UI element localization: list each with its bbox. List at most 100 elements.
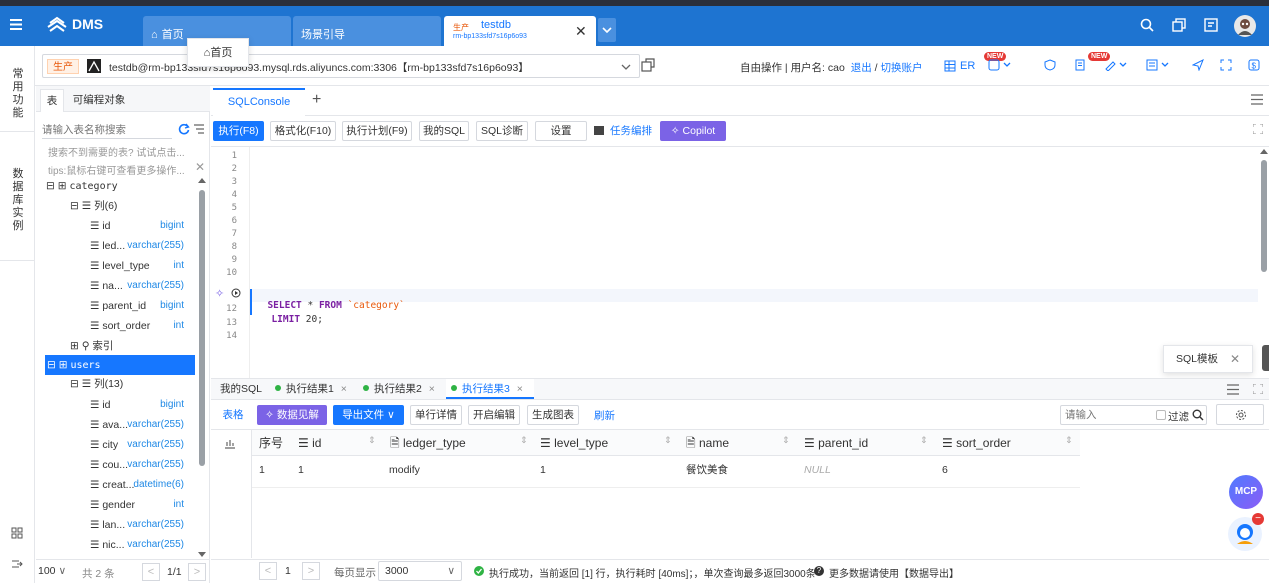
tree-column[interactable]: ☰ sort_order int bbox=[90, 316, 190, 336]
grid-cell[interactable]: 6 bbox=[942, 458, 948, 482]
hamburger-menu-icon[interactable] bbox=[10, 19, 22, 30]
tree-column[interactable]: ☰ city varchar(255) bbox=[90, 435, 190, 455]
grid-cell[interactable]: modify bbox=[389, 458, 420, 482]
task-orchestration-button[interactable]: 任务编排 bbox=[594, 123, 652, 138]
code-editor[interactable] bbox=[211, 146, 1269, 379]
tree-column[interactable]: ☰ lan... varchar(255) bbox=[90, 515, 190, 535]
tab-sqlconsole[interactable]: SQLConsole bbox=[213, 88, 305, 116]
sort-icon[interactable]: ⇕ bbox=[1065, 435, 1073, 446]
per-page-select[interactable]: 3000 ∨ bbox=[378, 561, 462, 581]
apps-grid-icon[interactable] bbox=[11, 527, 23, 539]
sort-icon[interactable]: ⇕ bbox=[368, 435, 376, 446]
list-menu-icon[interactable] bbox=[1146, 59, 1172, 71]
run-button[interactable]: 执行(F8) bbox=[213, 121, 264, 141]
row-detail-button[interactable]: 单行详情 bbox=[410, 405, 462, 425]
filter-checkbox[interactable] bbox=[1156, 410, 1166, 420]
tree-columns-node[interactable]: ⊟ ☰ 列(6) bbox=[70, 196, 230, 216]
filter-list-icon[interactable] bbox=[193, 123, 205, 135]
tree-column[interactable]: ☰ level_type int bbox=[90, 256, 190, 276]
sort-icon[interactable]: ⇕ bbox=[520, 435, 528, 446]
prev-page-button[interactable]: < bbox=[142, 563, 160, 581]
side-drawer-handle[interactable] bbox=[1262, 345, 1269, 371]
connection-select[interactable]: 生产 testdb@rm-bp133sfd7s16p6o93.mysql.rds… bbox=[42, 54, 640, 78]
chart-view-icon[interactable] bbox=[224, 437, 236, 449]
close-icon[interactable]: × bbox=[341, 383, 347, 395]
result-tab-2[interactable]: 执行结果2 × bbox=[358, 379, 446, 399]
notification-icon[interactable] bbox=[1204, 18, 1218, 32]
mcp-button[interactable]: MCP bbox=[1229, 475, 1263, 509]
grid-header-parent-id[interactable]: ☰ parent_id bbox=[804, 431, 868, 455]
grid-cell[interactable]: 1 bbox=[259, 458, 265, 482]
sql-template-panel[interactable]: SQL模板 ✕ bbox=[1163, 345, 1253, 373]
tab-programmable[interactable]: 可编程对象 bbox=[66, 89, 132, 112]
status-prev-page[interactable]: < bbox=[259, 562, 277, 580]
tree-column[interactable]: ☰ cou... varchar(255) bbox=[90, 455, 190, 475]
grid-header-sort-order[interactable]: ☰ sort_order bbox=[942, 431, 1011, 455]
expand-editor-icon[interactable] bbox=[1253, 124, 1263, 134]
grid-cell[interactable]: 1 bbox=[298, 458, 304, 482]
sql-diagnose-button[interactable]: SQL诊断 bbox=[476, 121, 528, 141]
table-view-tab[interactable]: 表格 bbox=[216, 405, 250, 425]
close-badge-icon[interactable]: − bbox=[1252, 513, 1264, 525]
editor-scrollbar-thumb[interactable] bbox=[1261, 160, 1267, 272]
copilot-button[interactable]: ✧ Copilot bbox=[660, 121, 726, 141]
tree-column[interactable]: ☰ na... varchar(255) bbox=[90, 276, 190, 296]
collapse-panel-icon[interactable] bbox=[11, 558, 23, 570]
collapse-icon[interactable]: ⊟ bbox=[70, 378, 79, 390]
user-avatar[interactable] bbox=[1234, 15, 1256, 37]
result-settings-button[interactable] bbox=[1216, 404, 1264, 425]
expand-icon[interactable]: ⊞ bbox=[70, 340, 79, 352]
tab-tables[interactable]: 表 bbox=[40, 89, 64, 112]
result-tab-mysql[interactable]: 我的SQL bbox=[215, 379, 267, 399]
sort-icon[interactable]: ⇕ bbox=[664, 435, 672, 446]
export-button[interactable]: 导出文件 ∨ bbox=[333, 405, 404, 425]
collapse-icon[interactable]: ⊟ bbox=[46, 180, 55, 192]
editor-menu-icon[interactable] bbox=[1251, 94, 1263, 105]
dollar-icon[interactable]: $ bbox=[1248, 59, 1260, 71]
enable-edit-button[interactable]: 开启编辑 bbox=[468, 405, 520, 425]
tree-column[interactable]: ☰ nic... varchar(255) bbox=[90, 535, 190, 555]
close-icon[interactable]: ✕ bbox=[1230, 346, 1240, 372]
tab-testdb[interactable]: 生产 testdb rm-bp133sfd7s16p6o93 ✕ bbox=[444, 16, 596, 48]
result-tab-1[interactable]: 执行结果1 × bbox=[270, 379, 358, 399]
tab-dropdown-button[interactable] bbox=[598, 18, 616, 42]
tree-columns-node[interactable]: ⊟ ☰ 列(13) bbox=[70, 374, 230, 394]
export-hint-text[interactable]: 更多数据请使用【数据导出】 bbox=[829, 569, 959, 580]
result-search-input[interactable] bbox=[1065, 408, 1145, 422]
grid-cell[interactable]: 餐饮美食 bbox=[686, 458, 728, 482]
grid-cell[interactable]: 1 bbox=[540, 458, 546, 482]
help-icon[interactable]: ? bbox=[814, 566, 824, 576]
sql-tool-icon[interactable] bbox=[988, 59, 1014, 71]
status-next-page[interactable]: > bbox=[302, 562, 320, 580]
tree-scrollbar-up-arrow[interactable] bbox=[198, 178, 206, 183]
collapse-icon[interactable]: ⊟ bbox=[47, 359, 56, 371]
document-icon[interactable] bbox=[1074, 59, 1086, 71]
edit-menu-icon[interactable] bbox=[1104, 59, 1130, 71]
logout-link[interactable]: 退出 bbox=[851, 62, 872, 74]
tree-table-users[interactable]: ⊟ ⊞ users bbox=[45, 355, 195, 375]
tree-table-category[interactable]: ⊟ ⊞ category bbox=[46, 176, 206, 196]
rail-common-functions[interactable]: 常用功能 bbox=[11, 68, 25, 120]
ai-sparkle-icon[interactable]: ✧ bbox=[215, 287, 224, 300]
grid-header-id[interactable]: ☰ id bbox=[298, 431, 321, 455]
collapse-icon[interactable]: ⊟ bbox=[70, 200, 79, 212]
format-button[interactable]: 格式化(F10) bbox=[270, 121, 336, 141]
tree-column[interactable]: ☰ led... varchar(255) bbox=[90, 236, 190, 256]
tree-column[interactable]: ☰ id bigint bbox=[90, 395, 190, 415]
grid-header-ledger-type[interactable]: 🗎 ledger_type bbox=[390, 431, 466, 455]
close-icon[interactable]: × bbox=[517, 383, 523, 395]
tree-column[interactable]: ☰ parent_id bigint bbox=[90, 296, 190, 316]
grid-cell-null[interactable]: NULL bbox=[804, 458, 831, 482]
run-line-icon[interactable] bbox=[231, 288, 241, 298]
close-icon[interactable]: × bbox=[429, 383, 435, 395]
editor-scrollbar-up-arrow[interactable] bbox=[1260, 149, 1268, 154]
send-icon[interactable] bbox=[1192, 59, 1204, 71]
refresh-link[interactable]: 刷新 bbox=[594, 408, 615, 423]
tree-index-node[interactable]: ⊞ ⚲ 索引 bbox=[70, 336, 230, 356]
data-insight-button[interactable]: ✧ 数据见解 bbox=[257, 405, 327, 425]
tree-column[interactable]: ☰ gender int bbox=[90, 495, 190, 515]
shield-icon[interactable] bbox=[1044, 59, 1056, 71]
tree-column[interactable]: ☰ creat... datetime(6) bbox=[90, 475, 190, 495]
open-window-icon[interactable] bbox=[641, 58, 655, 72]
result-tab-3[interactable]: 执行结果3 × bbox=[446, 379, 534, 399]
